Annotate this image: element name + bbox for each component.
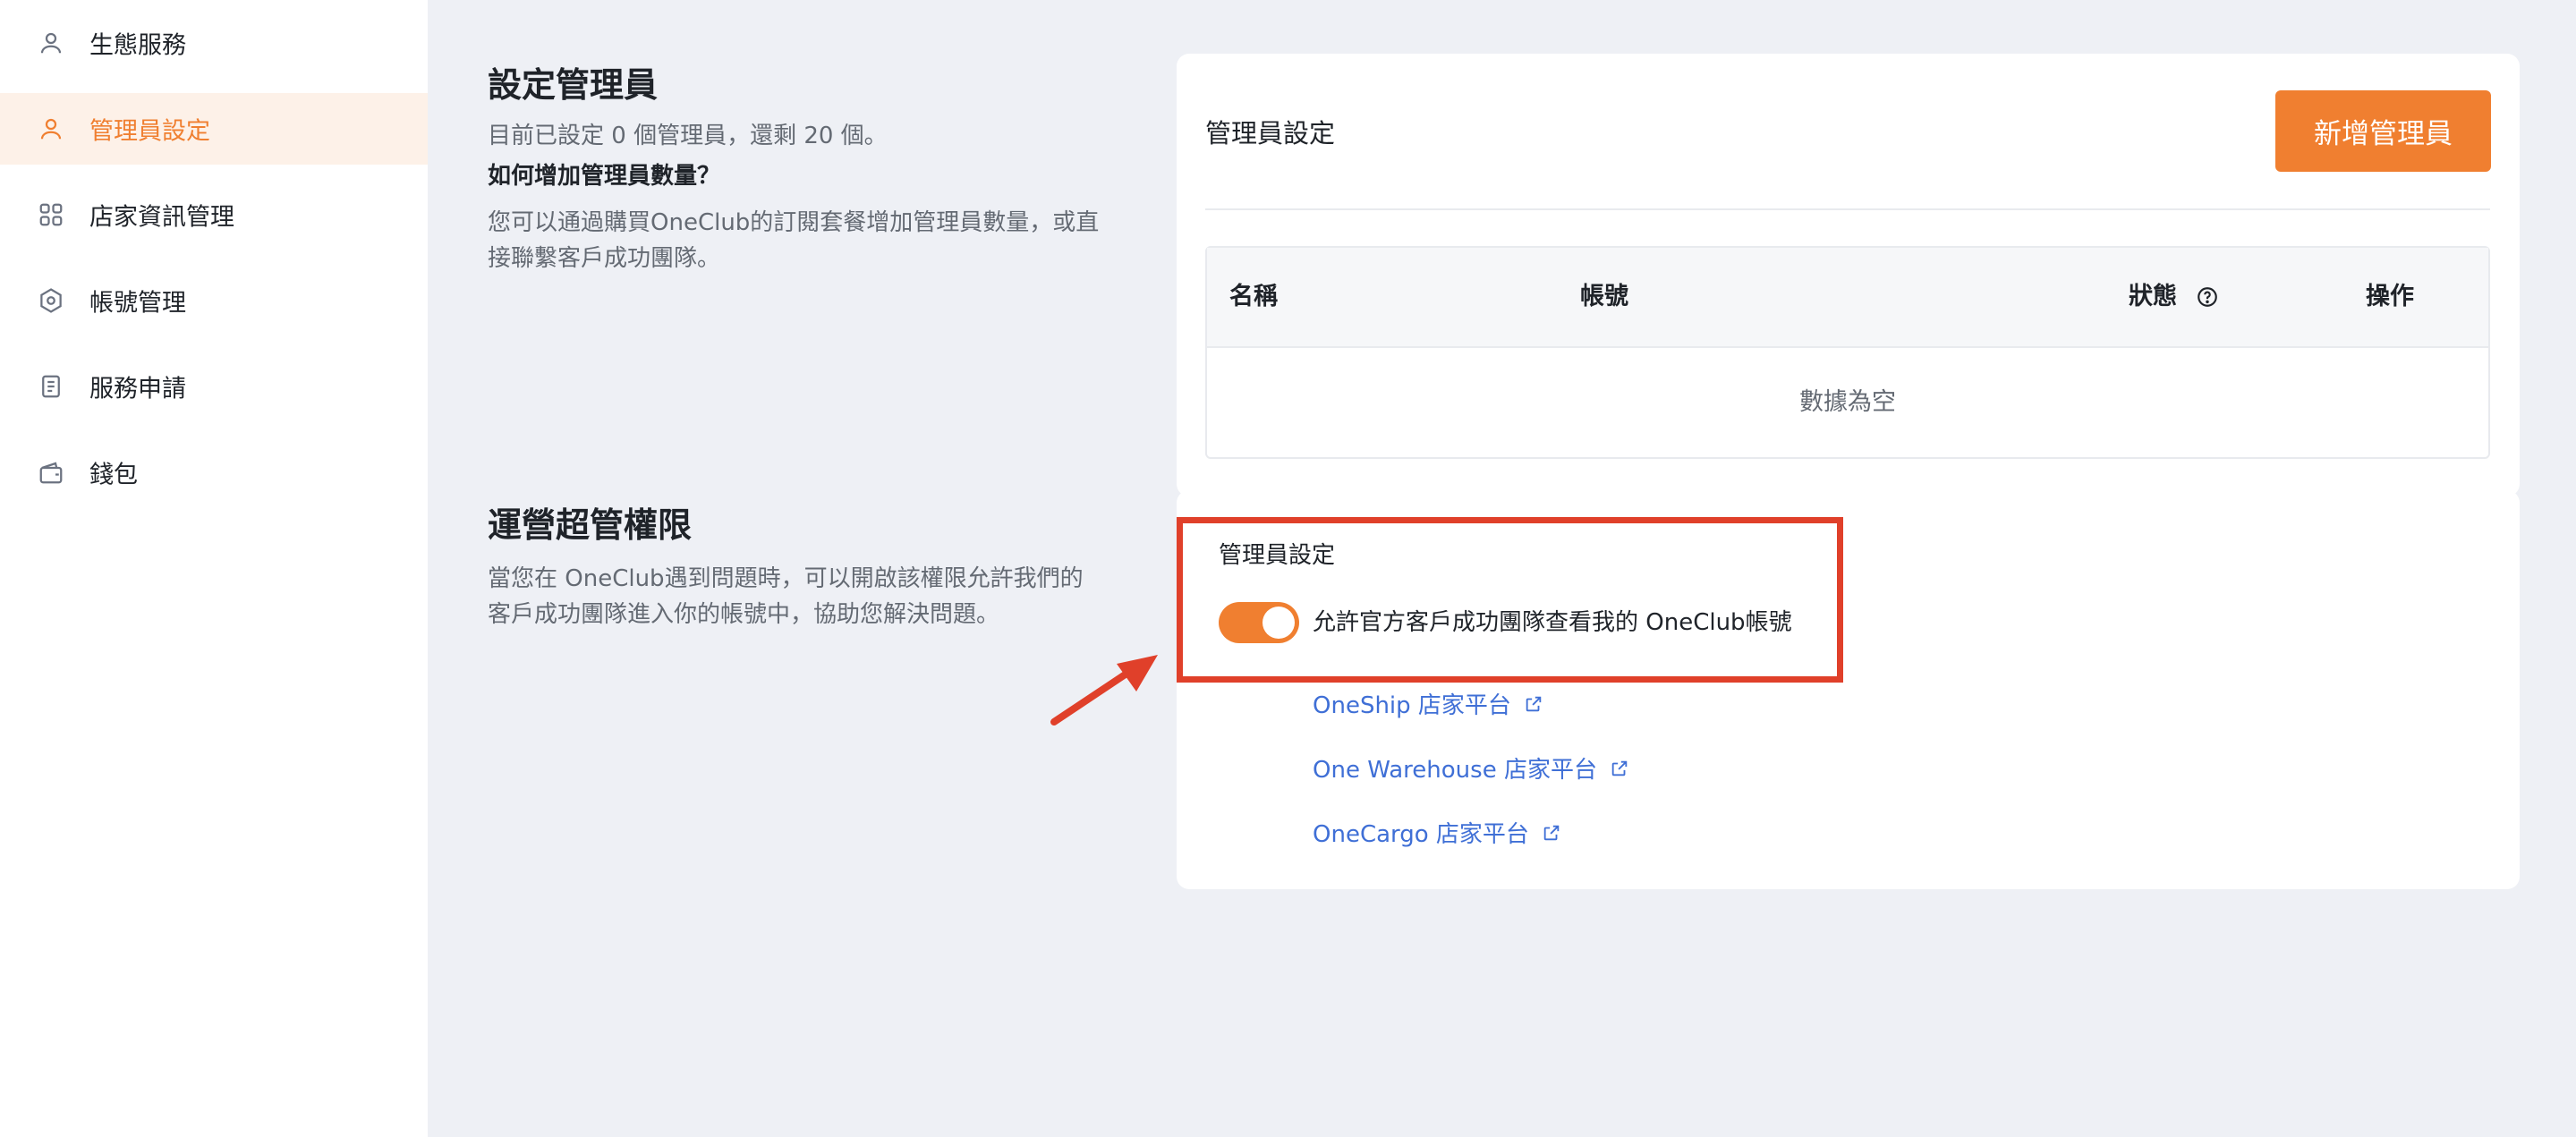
empty-state-text: 數據為空 bbox=[1799, 388, 1896, 416]
column-header-action: 操作 bbox=[2366, 283, 2414, 310]
admin-card-title: 管理員設定 bbox=[1205, 118, 1336, 148]
admin-section-title: 設定管理員 bbox=[488, 65, 659, 105]
table-header: 名稱 帳號 狀態 操作 bbox=[1207, 248, 2488, 348]
super-desc-line2: 客戶成功團隊進入你的帳號中，協助您解決問題。 bbox=[488, 601, 1000, 628]
user-icon bbox=[40, 32, 62, 54]
sidebar-item-label: 錢包 bbox=[89, 461, 138, 489]
column-header-status: 狀態 bbox=[2129, 283, 2177, 310]
sidebar-item-label: 服務申請 bbox=[89, 375, 186, 403]
external-link-icon bbox=[1611, 760, 1628, 776]
admin-how-text-line2: 接聯繫客戶成功團隊。 bbox=[488, 245, 721, 272]
column-header-name: 名稱 bbox=[1229, 283, 1278, 310]
admin-how-text-line1: 您可以通過購買OneClub的訂閱套餐增加管理員數量，或直 bbox=[488, 209, 1100, 236]
sidebar-item-ecosystem-services[interactable]: 生態服務 bbox=[0, 7, 428, 79]
grid-icon bbox=[39, 203, 63, 226]
link-label: OneCargo 店家平台 bbox=[1313, 821, 1529, 848]
external-link-icon bbox=[1526, 696, 1542, 711]
document-icon bbox=[42, 375, 60, 398]
super-section-title: 運營超管權限 bbox=[488, 505, 693, 545]
external-link-icon bbox=[1543, 825, 1560, 840]
sidebar-item-store-info[interactable]: 店家資訊管理 bbox=[0, 179, 428, 250]
sidebar-item-label: 生態服務 bbox=[89, 31, 186, 60]
wallet-icon bbox=[39, 462, 63, 484]
sidebar-item-label: 管理員設定 bbox=[89, 117, 210, 146]
link-label: One Warehouse 店家平台 bbox=[1313, 757, 1597, 784]
admin-quota-text: 目前已設定 0 個管理員，還剩 20 個。 bbox=[488, 123, 888, 149]
sidebar-item-wallet[interactable]: 錢包 bbox=[0, 437, 428, 508]
column-header-account: 帳號 bbox=[1580, 283, 1628, 310]
hexagon-icon bbox=[40, 288, 62, 313]
divider bbox=[1205, 208, 2490, 210]
sidebar-item-admin-settings[interactable]: 管理員設定 bbox=[0, 93, 428, 165]
link-label: OneShip 店家平台 bbox=[1313, 692, 1511, 719]
oneship-platform-link[interactable]: OneShip 店家平台 bbox=[1313, 687, 1543, 720]
sidebar-item-label: 帳號管理 bbox=[89, 289, 186, 318]
super-desc-line1: 當您在 OneClub遇到問題時，可以開啟該權限允許我們的 bbox=[488, 565, 1084, 592]
add-admin-button[interactable]: 新增管理員 bbox=[2275, 90, 2491, 172]
admin-table: 名稱 帳號 狀態 操作 數據為空 bbox=[1205, 246, 2490, 459]
sidebar-item-service-application[interactable]: 服務申請 bbox=[0, 351, 428, 422]
onecargo-platform-link[interactable]: OneCargo 店家平台 bbox=[1313, 816, 1561, 849]
sidebar-item-account-management[interactable]: 帳號管理 bbox=[0, 265, 428, 336]
user-icon bbox=[40, 118, 62, 140]
admin-how-title: 如何增加管理員數量？ bbox=[488, 163, 721, 190]
sidebar: 生態服務 管理員設定 店家資訊管理 帳號管理 服務申請 錢包 bbox=[0, 0, 428, 1137]
help-circle-icon[interactable] bbox=[2196, 285, 2219, 309]
sidebar-item-label: 店家資訊管理 bbox=[89, 203, 234, 232]
highlight-box bbox=[1177, 517, 1843, 683]
pointer-arrow-icon bbox=[1050, 655, 1158, 725]
one-warehouse-platform-link[interactable]: One Warehouse 店家平台 bbox=[1313, 751, 1629, 785]
